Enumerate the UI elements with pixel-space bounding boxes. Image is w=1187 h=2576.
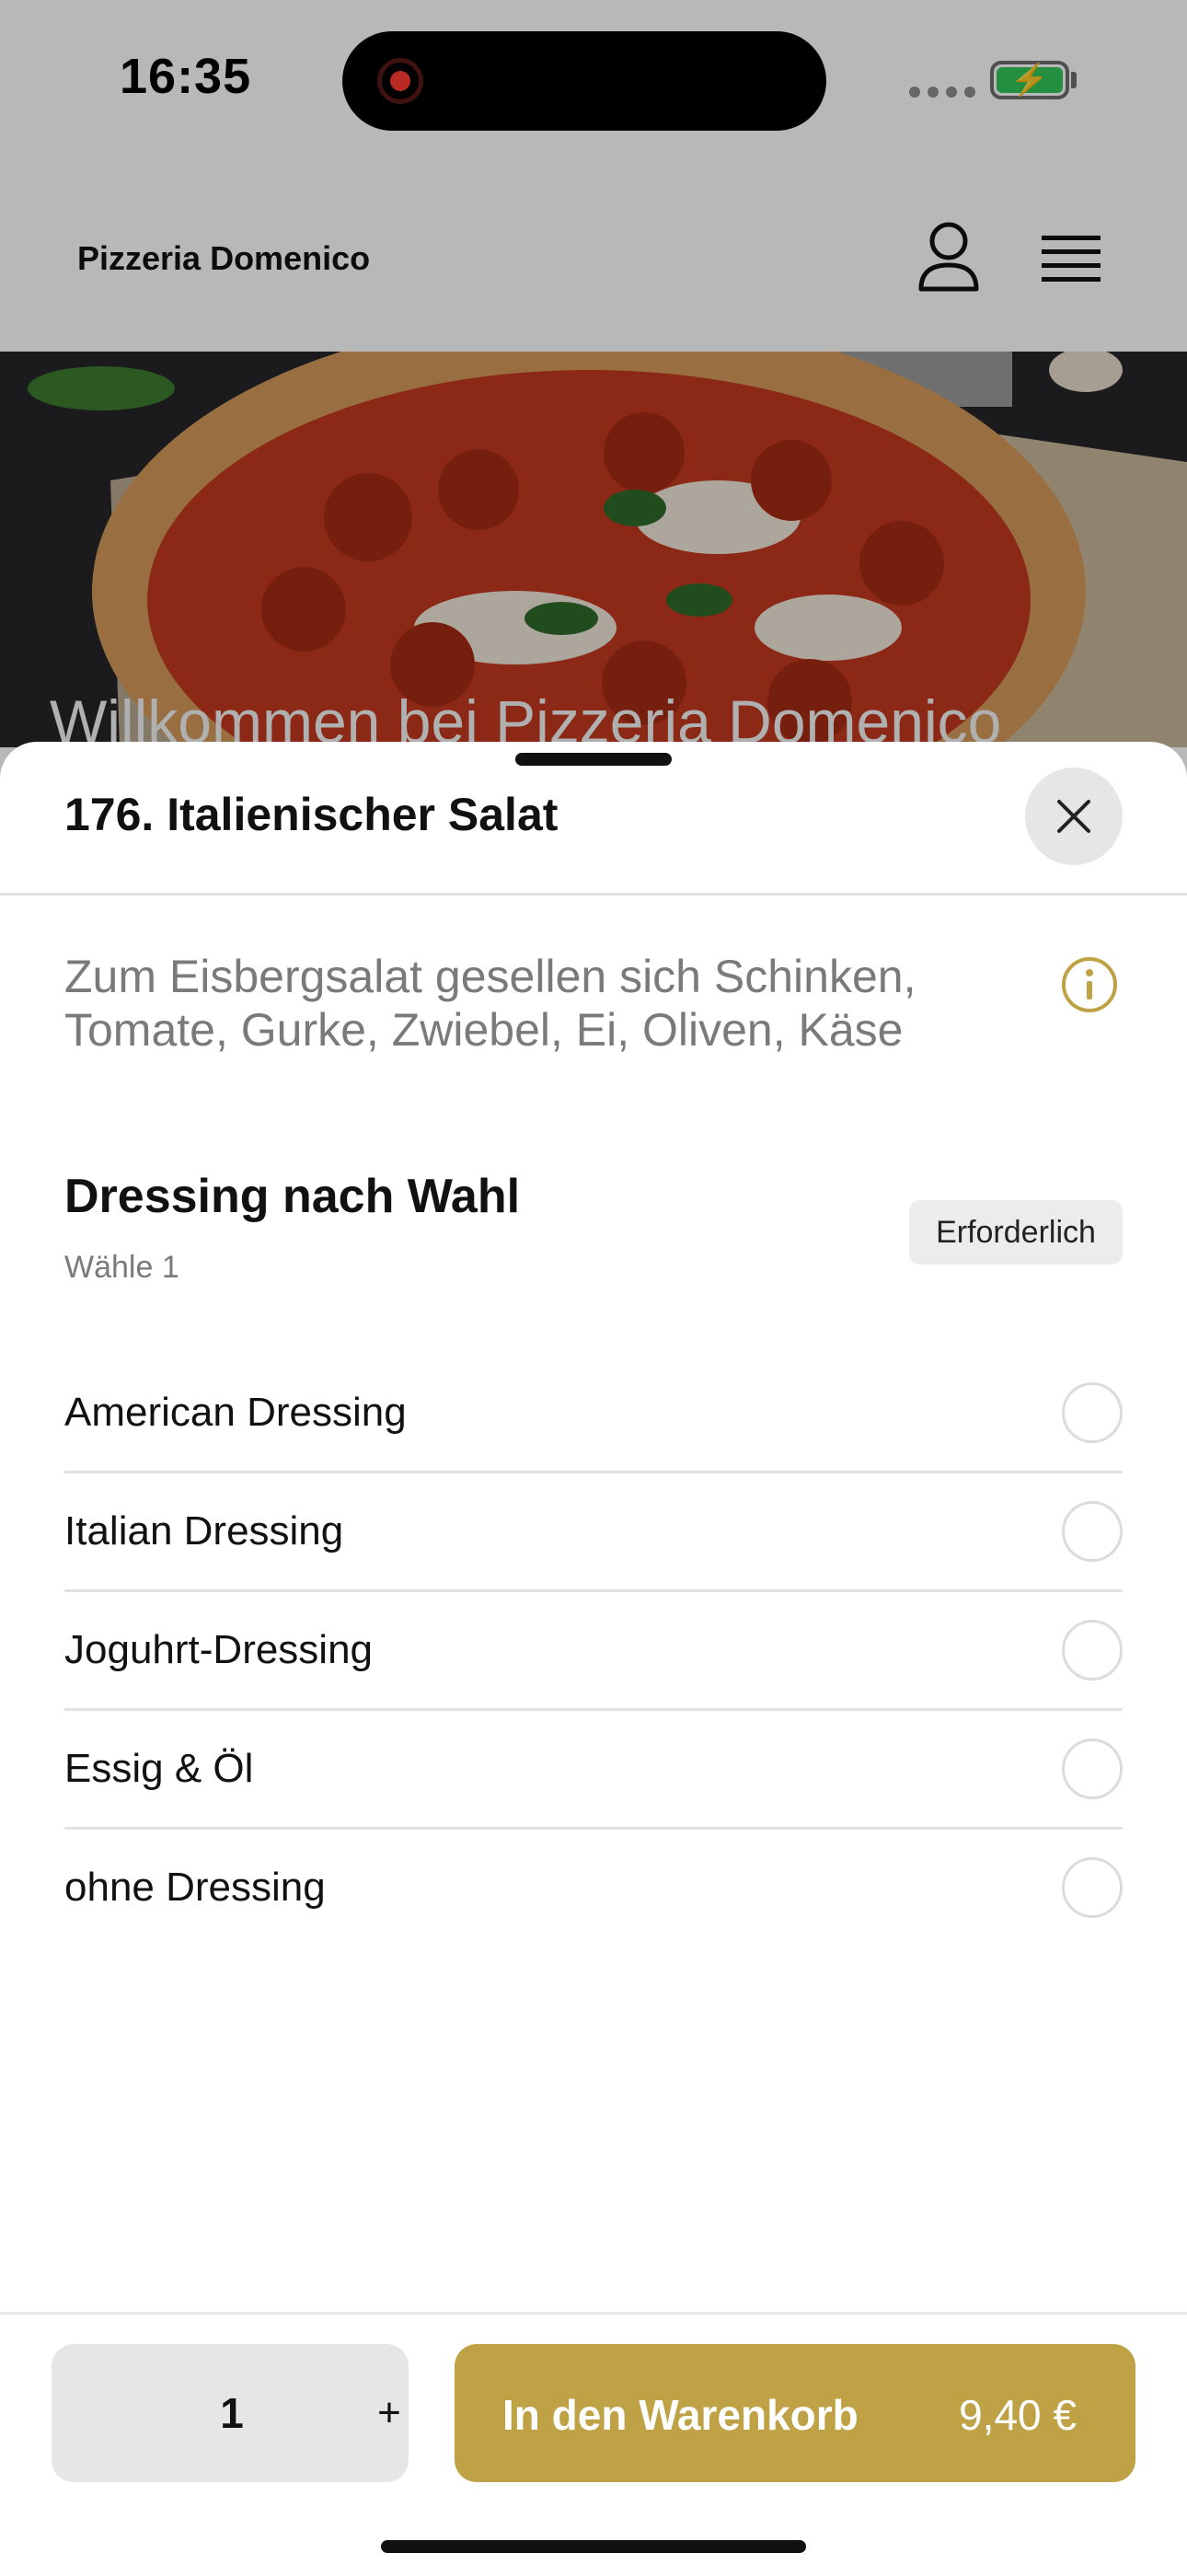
option-label: American Dressing <box>64 1390 407 1435</box>
add-to-cart-label: In den Warenkorb <box>502 2391 859 2439</box>
option-group-subtitle: Wähle 1 <box>64 1250 179 1285</box>
option-item[interactable]: Joguhrt-Dressing <box>64 1592 1123 1711</box>
required-badge: Erforderlich <box>909 1200 1123 1265</box>
option-item[interactable]: Essig & Öl <box>64 1711 1123 1830</box>
quantity-value: 1 <box>220 2389 244 2437</box>
option-item[interactable]: Italian Dressing <box>64 1473 1123 1592</box>
option-label: Joguhrt-Dressing <box>64 1627 374 1672</box>
close-icon <box>1057 800 1090 833</box>
sheet-header: 176. Italienischer Salat <box>0 742 1187 895</box>
option-label: Italian Dressing <box>64 1508 344 1554</box>
home-indicator[interactable] <box>381 2540 806 2553</box>
radio-button[interactable] <box>1062 1620 1123 1681</box>
bottom-bar: 1 + In den Warenkorb 9,40 € <box>0 2312 1187 2576</box>
quantity-plus-button[interactable]: + <box>357 2381 421 2445</box>
option-group-title: Dressing nach Wahl <box>64 1170 521 1223</box>
radio-button[interactable] <box>1062 1857 1123 1918</box>
radio-button[interactable] <box>1062 1382 1123 1443</box>
product-description: Zum Eisbergsalat gesellen sich Schinken,… <box>64 951 916 1056</box>
option-label: Essig & Öl <box>64 1746 254 1791</box>
option-label: ohne Dressing <box>64 1865 326 1910</box>
option-list: American Dressing Italian Dressing Joguh… <box>64 1355 1123 1946</box>
radio-button[interactable] <box>1062 1739 1123 1799</box>
cart-price: 9,40 € <box>959 2391 1077 2439</box>
sheet-grabber[interactable] <box>515 753 672 766</box>
info-icon[interactable] <box>1060 955 1119 1014</box>
product-sheet: 176. Italienischer Salat Zum Eisbergsala… <box>0 742 1187 2573</box>
add-to-cart-button[interactable]: In den Warenkorb 9,40 € <box>455 2344 1135 2482</box>
option-item[interactable]: American Dressing <box>64 1355 1123 1473</box>
product-title: 176. Italienischer Salat <box>64 789 559 840</box>
quantity-stepper: 1 + <box>52 2344 409 2482</box>
close-button[interactable] <box>1025 768 1123 865</box>
radio-button[interactable] <box>1062 1501 1123 1562</box>
option-item[interactable]: ohne Dressing <box>64 1830 1123 1946</box>
